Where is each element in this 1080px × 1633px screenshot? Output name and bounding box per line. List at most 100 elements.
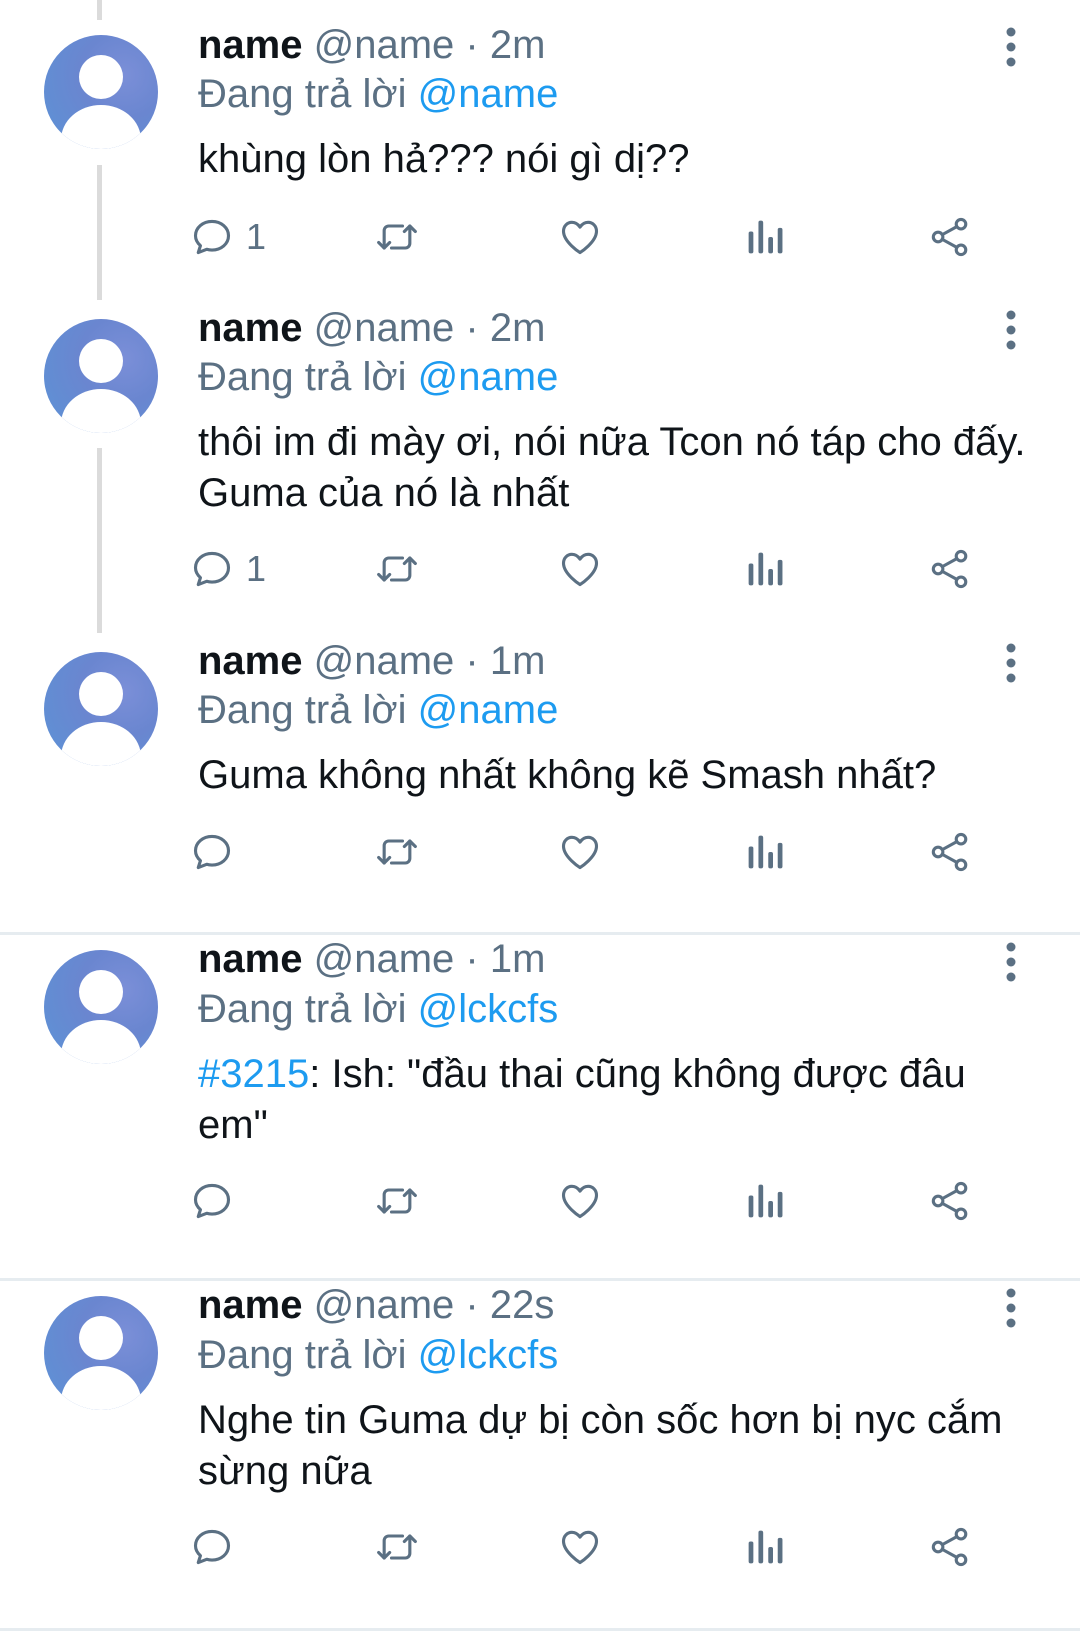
reply-button[interactable] — [190, 826, 246, 878]
reply-button[interactable] — [190, 1521, 246, 1573]
action-bar — [0, 826, 1080, 878]
like-button[interactable] — [558, 211, 602, 263]
display-name[interactable]: name — [198, 937, 303, 981]
avatar[interactable] — [44, 1296, 158, 1410]
tweet-header: name @name · 2m — [198, 21, 545, 69]
views-button[interactable] — [745, 211, 785, 263]
tweet-body: Nghe tin Guma dự bị còn sốc hơn bị nyc c… — [198, 1398, 1003, 1493]
retweet-button[interactable] — [373, 826, 421, 878]
views-button[interactable] — [745, 1175, 785, 1227]
handle[interactable]: @name — [314, 937, 455, 981]
tweet-text: #3215: Ish: "đầu thai cũng không được đâ… — [198, 1049, 1038, 1151]
tweet[interactable]: name @name · 1m Đang trả lời @lckcfs #32… — [0, 935, 1080, 1280]
share-button[interactable] — [928, 1521, 972, 1573]
avatar[interactable] — [44, 35, 158, 149]
tweet[interactable]: name @name · 1m Đang trả lời @name Guma … — [0, 635, 1080, 933]
handle[interactable]: @name — [314, 1283, 455, 1327]
display-name[interactable]: name — [198, 1283, 303, 1327]
replying-to-mention[interactable]: @name — [418, 688, 559, 732]
tweet-body: thôi im đi mày ơi, nói nữa Tcon nó táp c… — [198, 420, 1026, 515]
views-icon — [745, 215, 785, 259]
handle[interactable]: @name — [314, 639, 455, 683]
retweet-button[interactable] — [373, 543, 421, 595]
reply-icon — [190, 1179, 234, 1223]
tweet-text: thôi im đi mày ơi, nói nữa Tcon nó táp c… — [198, 417, 1038, 519]
views-button[interactable] — [745, 826, 785, 878]
display-name[interactable]: name — [198, 639, 303, 683]
timestamp[interactable]: 22s — [490, 1283, 555, 1327]
reply-count: 1 — [246, 548, 267, 589]
retweet-button[interactable] — [373, 211, 421, 263]
avatar[interactable] — [44, 652, 158, 766]
timestamp[interactable]: 1m — [490, 937, 546, 981]
tweet[interactable]: name @name · 2m Đang trả lời @name khùng… — [0, 0, 1080, 300]
like-button[interactable] — [558, 1521, 602, 1573]
reply-feed: name @name · 2m Đang trả lời @name khùng… — [0, 0, 1080, 1633]
tweet[interactable]: name @name · 2m Đang trả lời @name thôi … — [0, 300, 1080, 635]
views-icon — [745, 547, 785, 591]
views-icon — [745, 830, 785, 874]
replying-prefix: Đang trả lời — [198, 355, 407, 399]
share-button[interactable] — [928, 543, 972, 595]
share-button[interactable] — [928, 826, 972, 878]
handle[interactable]: @name — [314, 306, 455, 350]
timestamp[interactable]: 2m — [490, 306, 546, 350]
share-icon — [928, 1179, 972, 1223]
reply-button[interactable] — [190, 1175, 246, 1227]
like-icon — [558, 1179, 602, 1223]
more-vertical-icon[interactable] — [1004, 1288, 1018, 1328]
retweet-button[interactable] — [373, 1175, 421, 1227]
dot-separator: · — [454, 639, 490, 683]
divider — [0, 1628, 1080, 1631]
dot-separator: · — [454, 937, 490, 981]
tweet-header: name @name · 22s — [198, 1281, 554, 1329]
retweet-icon — [373, 215, 421, 259]
tweet-body: : Ish: "đầu thai cũng không được đâu em" — [198, 1052, 966, 1147]
timestamp[interactable]: 1m — [490, 639, 546, 683]
handle[interactable]: @name — [314, 23, 455, 67]
replying-to-mention[interactable]: @lckcfs — [418, 987, 559, 1031]
display-name[interactable]: name — [198, 23, 303, 67]
like-button[interactable] — [558, 826, 602, 878]
views-button[interactable] — [745, 543, 785, 595]
reply-button[interactable]: 1 — [190, 543, 266, 595]
retweet-button[interactable] — [373, 1521, 421, 1573]
more-vertical-icon[interactable] — [1004, 27, 1018, 67]
more-vertical-icon[interactable] — [1004, 643, 1018, 683]
display-name[interactable]: name — [198, 306, 303, 350]
share-icon — [928, 547, 972, 591]
replying-to: Đang trả lời @name — [198, 686, 558, 734]
like-icon — [558, 1525, 602, 1569]
replying-prefix: Đang trả lời — [198, 987, 407, 1031]
like-button[interactable] — [558, 543, 602, 595]
like-button[interactable] — [558, 1175, 602, 1227]
more-vertical-icon[interactable] — [1004, 942, 1018, 982]
like-icon — [558, 547, 602, 591]
like-icon — [558, 215, 602, 259]
retweet-icon — [373, 1525, 421, 1569]
tweet[interactable]: name @name · 22s Đang trả lời @lckcfs Ng… — [0, 1281, 1080, 1633]
share-icon — [928, 830, 972, 874]
views-button[interactable] — [745, 1521, 785, 1573]
replying-to-mention[interactable]: @name — [418, 355, 559, 399]
avatar[interactable] — [44, 319, 158, 433]
avatar[interactable] — [44, 950, 158, 1064]
share-icon — [928, 1525, 972, 1569]
reply-button[interactable]: 1 — [190, 211, 266, 263]
share-button[interactable] — [928, 1175, 972, 1227]
action-bar — [0, 1521, 1080, 1573]
replying-prefix: Đang trả lời — [198, 688, 407, 732]
replying-to-mention[interactable]: @lckcfs — [418, 1333, 559, 1377]
share-button[interactable] — [928, 211, 972, 263]
views-icon — [745, 1179, 785, 1223]
tweet-text: khùng lòn hả??? nói gì dị?? — [198, 134, 1038, 185]
reply-icon — [190, 830, 234, 874]
timestamp[interactable]: 2m — [490, 23, 546, 67]
replying-to-mention[interactable]: @name — [418, 72, 559, 116]
retweet-icon — [373, 830, 421, 874]
tweet-text: Nghe tin Guma dự bị còn sốc hơn bị nyc c… — [198, 1395, 1038, 1497]
hashtag-link[interactable]: #3215 — [198, 1052, 309, 1096]
tweet-body: khùng lòn hả??? nói gì dị?? — [198, 137, 690, 181]
more-vertical-icon[interactable] — [1004, 310, 1018, 350]
reply-count: 1 — [246, 216, 267, 257]
